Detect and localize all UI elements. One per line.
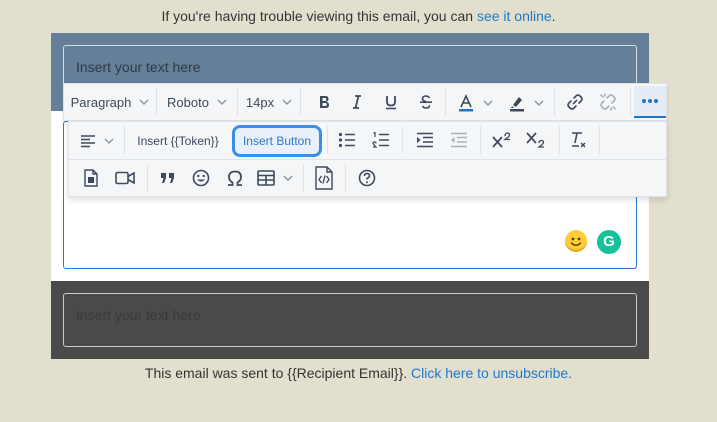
link-icon[interactable]	[561, 88, 589, 116]
numbered-list-icon[interactable]	[367, 126, 395, 154]
divider	[345, 164, 346, 192]
subscript-icon[interactable]	[521, 126, 551, 154]
code-view-icon[interactable]	[310, 162, 338, 194]
superscript-icon[interactable]	[487, 126, 517, 154]
footer-placeholder: Insert your text here	[76, 307, 201, 323]
insert-button-label: Insert Button	[242, 134, 312, 148]
italic-icon[interactable]	[343, 88, 371, 116]
view-online-text: If you're having trouble viewing this em…	[161, 8, 477, 24]
grammarly-icon[interactable]: G	[597, 230, 621, 254]
divider	[480, 126, 481, 154]
chevron-down-icon	[534, 100, 544, 106]
bold-icon[interactable]	[310, 88, 338, 116]
more-options-icon[interactable]	[634, 86, 666, 118]
chevron-down-icon	[282, 99, 292, 105]
strikethrough-icon[interactable]	[412, 88, 440, 116]
font-family-dropdown[interactable]: Roboto	[157, 84, 237, 120]
footer-text-block[interactable]: Insert your text here	[63, 293, 637, 347]
chevron-down-icon	[104, 138, 114, 144]
unsubscribe-link[interactable]: Click here to unsubscribe.	[411, 365, 572, 381]
recipient-text: This email was sent to {{Recipient Email…	[144, 365, 412, 381]
divider	[559, 126, 560, 154]
table-icon	[257, 170, 275, 186]
chevron-down-icon	[483, 100, 493, 106]
bullet-list-icon[interactable]	[333, 126, 361, 154]
view-online-note: If you're having trouble viewing this em…	[0, 8, 717, 24]
paragraph-format-label: Paragraph	[70, 94, 132, 110]
divider	[303, 164, 304, 192]
divider	[630, 88, 631, 116]
paragraph-format-dropdown[interactable]: Paragraph	[64, 84, 156, 120]
insert-token-label: Insert {{Token}}	[137, 134, 219, 148]
chevron-down-icon	[217, 99, 227, 105]
chevron-down-icon	[283, 175, 293, 181]
divider	[147, 164, 148, 192]
insert-button-button[interactable]: Insert Button	[232, 125, 322, 157]
font-size-label: 14px	[245, 94, 275, 110]
emoticons-icon[interactable]	[187, 164, 215, 192]
divider	[327, 126, 328, 154]
font-size-dropdown[interactable]: 14px	[238, 84, 300, 120]
view-online-suffix: .	[551, 8, 556, 24]
editor-toolbar-main: Paragraph Roboto 14px	[63, 83, 667, 121]
insert-file-icon[interactable]	[77, 164, 105, 192]
help-icon[interactable]	[353, 164, 381, 192]
special-characters-icon[interactable]	[221, 164, 249, 192]
unsubscribe-note: This email was sent to {{Recipient Email…	[0, 365, 717, 381]
see-online-link[interactable]: see it online	[477, 8, 552, 24]
clear-formatting-icon[interactable]	[564, 126, 592, 154]
unlink-icon[interactable]	[594, 88, 622, 116]
divider	[599, 126, 600, 154]
editor-toolbar-more: Insert {{Token}} Insert Button	[68, 121, 667, 197]
highlight-color-dropdown[interactable]	[503, 88, 549, 118]
divider	[300, 88, 301, 116]
divider	[445, 88, 446, 116]
divider	[402, 126, 403, 154]
emoji-icon[interactable]	[565, 230, 587, 252]
text-color-icon	[459, 94, 473, 112]
highlighter-icon	[510, 97, 524, 112]
divider	[124, 126, 125, 154]
divider	[554, 88, 555, 116]
align-dropdown[interactable]	[77, 126, 117, 156]
align-left-icon	[81, 135, 95, 148]
chevron-down-icon	[139, 99, 149, 105]
indent-icon[interactable]	[411, 126, 439, 154]
underline-icon[interactable]	[377, 88, 405, 116]
font-family-label: Roboto	[167, 94, 209, 110]
text-color-dropdown[interactable]	[452, 88, 498, 118]
outdent-icon[interactable]	[445, 126, 473, 154]
insert-token-button[interactable]: Insert {{Token}}	[128, 126, 228, 156]
quote-icon[interactable]	[154, 164, 182, 192]
insert-table-dropdown[interactable]	[254, 164, 296, 192]
divider	[69, 159, 666, 160]
header-placeholder: Insert your text here	[76, 59, 201, 75]
insert-video-icon[interactable]	[109, 164, 141, 192]
